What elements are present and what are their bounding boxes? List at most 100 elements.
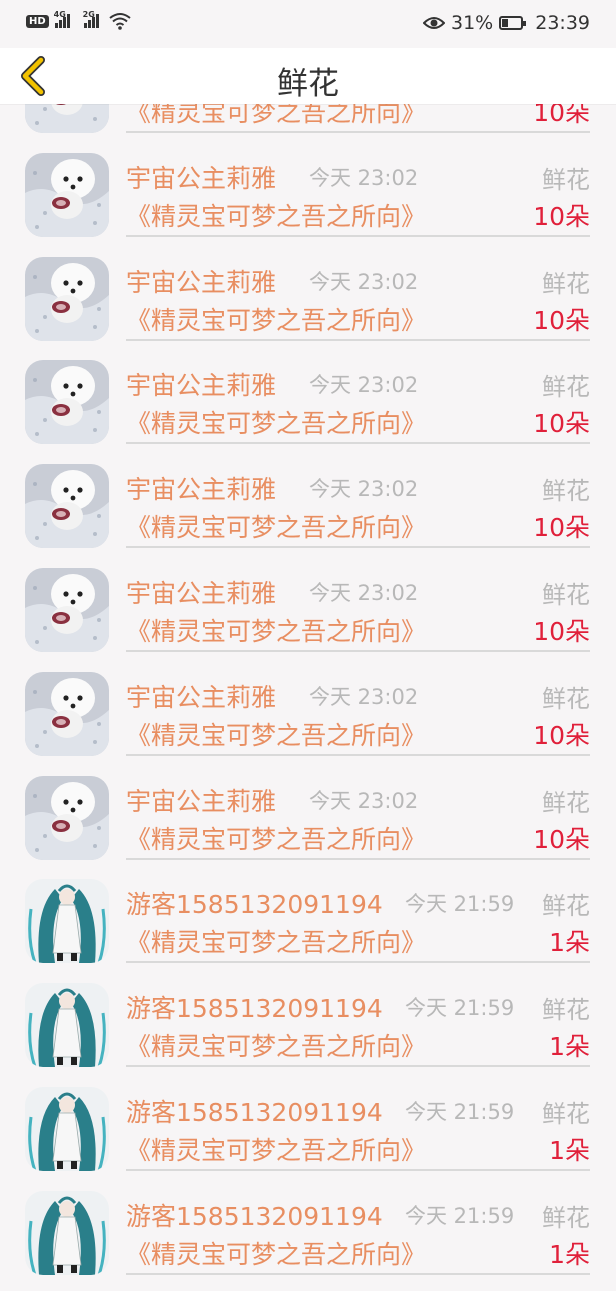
avatar-image <box>25 568 109 652</box>
status-bar: HD 4G 2G 31% 23:39 <box>0 0 616 48</box>
list-item[interactable]: 宇宙公主莉雅 今天 23:02 鲜花《精灵宝可梦之吾之所向》 10朵 <box>0 564 616 668</box>
gift-type: 鲜花 <box>542 477 590 505</box>
status-left: HD 4G 2G <box>26 10 131 30</box>
list-item[interactable]: 宇宙公主莉雅 今天 23:02 鲜花《精灵宝可梦之吾之所向》 10朵 <box>0 460 616 564</box>
divider <box>126 754 590 756</box>
gift-type: 鲜花 <box>542 166 590 194</box>
gift-quantity: 10朵 <box>533 409 590 438</box>
gift-quantity: 10朵 <box>533 721 590 750</box>
timestamp: 今天 21:59 <box>405 1204 515 1228</box>
gift-type: 鲜花 <box>542 1204 590 1232</box>
sender-name: 游客1585132091194 <box>126 1098 383 1127</box>
book-title: 《精灵宝可梦之吾之所向》 <box>126 202 427 231</box>
page-title: 鲜花 <box>277 66 339 102</box>
avatar[interactable] <box>25 153 109 237</box>
gift-type: 鲜花 <box>542 996 590 1024</box>
sender-name: 宇宙公主莉雅 <box>126 268 277 297</box>
book-title: 《精灵宝可梦之吾之所向》 <box>126 1240 427 1269</box>
book-title: 《精灵宝可梦之吾之所向》 <box>126 409 427 438</box>
gift-quantity: 10朵 <box>533 513 590 542</box>
list-item[interactable]: 游客1585132091194 今天 21:59 鲜花《精灵宝可梦之吾之所向》 1朵 <box>0 1187 616 1291</box>
sender-name: 宇宙公主莉雅 <box>126 164 277 193</box>
timestamp: 今天 23:02 <box>309 581 419 605</box>
sender-name: 宇宙公主莉雅 <box>126 579 277 608</box>
battery-fill <box>502 19 509 27</box>
list-item[interactable]: 宇宙公主莉雅 今天 23:02 鲜花《精灵宝可梦之吾之所向》 10朵 <box>0 149 616 253</box>
book-title: 《精灵宝可梦之吾之所向》 <box>126 825 427 854</box>
avatar[interactable] <box>25 1191 109 1275</box>
gift-quantity: 1朵 <box>549 1136 590 1165</box>
timestamp: 今天 21:59 <box>405 1100 515 1124</box>
book-title: 《精灵宝可梦之吾之所向》 <box>126 928 427 957</box>
gift-type: 鲜花 <box>542 892 590 920</box>
sender-name: 宇宙公主莉雅 <box>126 475 277 504</box>
sender-name: 宇宙公主莉雅 <box>126 683 277 712</box>
avatar-image <box>25 1087 109 1171</box>
avatar[interactable] <box>25 879 109 963</box>
avatar[interactable] <box>25 776 109 860</box>
avatar[interactable] <box>25 568 109 652</box>
sender-name: 游客1585132091194 <box>126 994 383 1023</box>
sender-name: 宇宙公主莉雅 <box>126 787 277 816</box>
list-item[interactable]: 游客1585132091194 今天 21:59 鲜花《精灵宝可梦之吾之所向》 1朵 <box>0 1083 616 1187</box>
list-item[interactable]: 游客1585132091194 今天 21:59 鲜花《精灵宝可梦之吾之所向》 1朵 <box>0 875 616 979</box>
sender-name: 游客1585132091194 <box>126 890 383 919</box>
network-type-label: 4G <box>53 10 66 19</box>
divider <box>126 1065 590 1067</box>
list-item[interactable]: 宇宙公主莉雅 今天 23:02 鲜花《精灵宝可梦之吾之所向》 10朵 <box>0 253 616 357</box>
book-title: 《精灵宝可梦之吾之所向》 <box>126 1136 427 1165</box>
signal-icon: 2G <box>83 10 99 28</box>
avatar[interactable] <box>25 257 109 341</box>
gift-quantity: 10朵 <box>533 825 590 854</box>
status-right: 31% 23:39 <box>423 12 590 34</box>
gift-quantity: 10朵 <box>533 306 590 335</box>
list-item[interactable]: 游客1585132091194 今天 21:59 鲜花 《精灵宝可梦之吾之所向》 1朵 <box>0 979 616 1083</box>
timestamp: 今天 23:02 <box>309 477 419 501</box>
avatar-image <box>25 776 109 860</box>
timestamp: 今天 23:02 <box>309 166 419 190</box>
gift-type: 鲜花 <box>542 789 590 817</box>
avatar[interactable] <box>25 983 109 1067</box>
list-item[interactable]: 宇宙公主莉雅 今天 23:02 鲜花《精灵宝可梦之吾之所向》 10朵 <box>0 772 616 876</box>
timestamp: 今天 21:59 <box>405 996 515 1020</box>
nav-bar: 鲜花 <box>0 48 616 104</box>
gift-quantity: 10朵 <box>533 617 590 646</box>
divider <box>126 961 590 963</box>
divider <box>126 546 590 548</box>
book-title: 《精灵宝可梦之吾之所向》 <box>126 306 427 335</box>
gift-quantity: 1朵 <box>549 928 590 957</box>
sender-name: 宇宙公主莉雅 <box>126 371 277 400</box>
avatar-image <box>25 983 109 1067</box>
avatar-image <box>25 257 109 341</box>
eye-icon <box>423 17 445 29</box>
gift-type: 鲜花 <box>542 1100 590 1128</box>
timestamp: 今天 23:02 <box>309 789 419 813</box>
divider <box>126 235 590 237</box>
network-type-label: 2G <box>82 10 95 19</box>
gift-type: 鲜花 <box>542 685 590 713</box>
list-item[interactable]: 宇宙公主莉雅 今天 23:02 鲜花《精灵宝可梦之吾之所向》 10朵 <box>0 356 616 460</box>
timestamp: 今天 23:02 <box>309 685 419 709</box>
signal-icon: 4G <box>54 10 70 28</box>
book-title: 《精灵宝可梦之吾之所向》 <box>126 721 427 750</box>
timestamp: 今天 23:02 <box>309 373 419 397</box>
timestamp: 今天 23:02 <box>309 270 419 294</box>
gift-quantity: 10朵 <box>533 202 590 231</box>
divider <box>126 131 590 133</box>
battery-icon <box>499 16 527 30</box>
avatar[interactable] <box>25 1087 109 1171</box>
list-item[interactable]: 宇宙公主莉雅 今天 23:02 鲜花《精灵宝可梦之吾之所向》 10朵 <box>0 668 616 772</box>
timestamp: 今天 21:59 <box>405 892 515 916</box>
divider <box>126 442 590 444</box>
avatar-image <box>25 464 109 548</box>
avatar[interactable] <box>25 464 109 548</box>
book-title: 《精灵宝可梦之吾之所向》 <box>126 617 427 646</box>
sender-name: 游客1585132091194 <box>126 1202 383 1231</box>
avatar[interactable] <box>25 360 109 444</box>
book-title: 《精灵宝可梦之吾之所向》 <box>126 1032 427 1061</box>
avatar[interactable] <box>25 672 109 756</box>
book-title: 《精灵宝可梦之吾之所向》 <box>126 513 427 542</box>
gift-quantity: 1朵 <box>549 1240 590 1269</box>
wifi-icon <box>109 13 131 30</box>
divider <box>126 1273 590 1275</box>
